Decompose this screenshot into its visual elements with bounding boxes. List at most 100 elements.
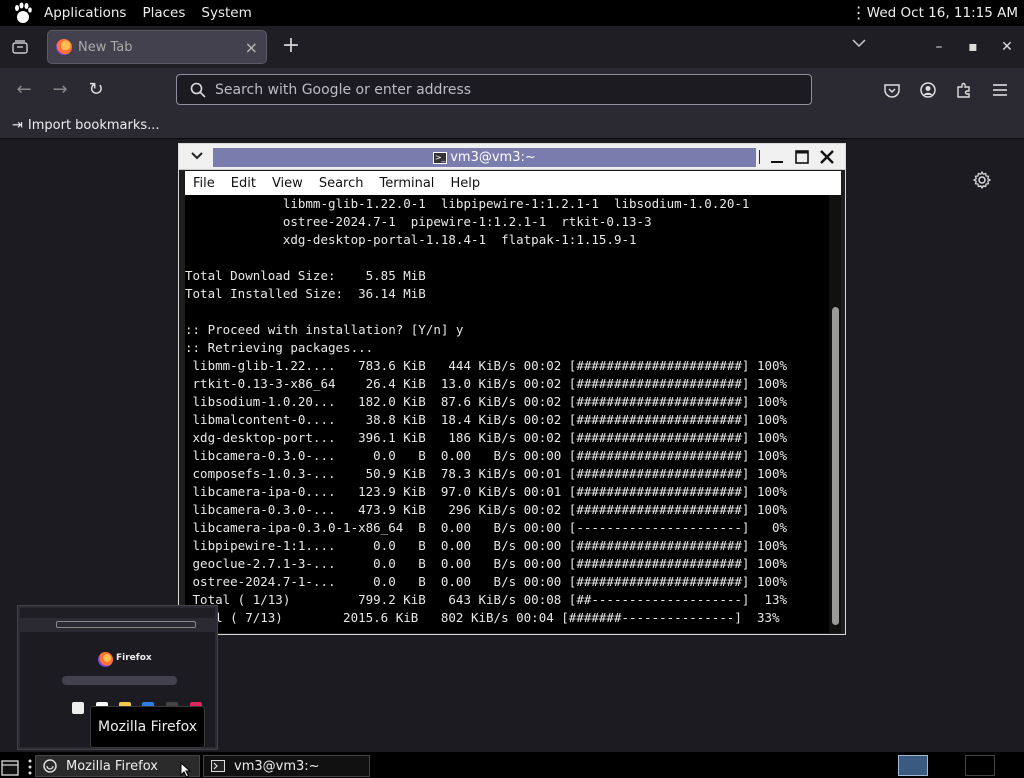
show-desktop-icon[interactable] [0, 757, 22, 777]
preview-tabbar [20, 608, 215, 618]
terminal-line: libcamera-ipa-0.... 123.9 KiB 97.0 KiB/s… [185, 484, 788, 499]
terminal-line: Total ( 1/13) 799.2 KiB 643 KiB/s 00:08 … [185, 592, 788, 607]
maximize-icon[interactable]: ▪ [956, 39, 990, 55]
terminal-menubar: File Edit View Search Terminal Help [185, 171, 841, 195]
firefox-tabbar: New Tab × + – ▪ ✕ [0, 26, 1024, 68]
tab-close-icon[interactable]: × [245, 38, 258, 57]
account-icon[interactable] [918, 80, 938, 100]
terminal-title-text: vm3@vm3:~ [450, 150, 536, 165]
terminal-line: libcamera-0.3.0-... 0.0 B 0.00 B/s 00:00… [185, 448, 788, 463]
bookmarks-toolbar: ⇥ Import bookmarks... [0, 112, 1024, 139]
pocket-icon[interactable] [882, 80, 902, 100]
terminal-line: xdg-desktop-port... 396.1 KiB 186 KiB/s … [185, 430, 788, 445]
terminal-line: composefs-1.0.3-... 50.9 KiB 78.3 KiB/s … [185, 466, 788, 481]
terminal-scroll-thumb[interactable] [832, 307, 839, 625]
terminal-line: geoclue-2.7.1-3-... 0.0 B 0.00 B/s 00:00… [185, 556, 788, 571]
terminal-line: libcamera-ipa-0.3.0-1-x86_64 B 0.00 B/s … [185, 520, 788, 535]
preview-firefox-wordmark: Firefox [116, 653, 152, 663]
minimize-icon[interactable] [767, 146, 787, 168]
firefox-favicon-icon [56, 39, 72, 55]
titlebar-separator [759, 150, 760, 164]
window-controls: – ▪ ✕ [922, 26, 1024, 68]
terminal-line: libmm-glib-1.22.0-1 libpipewire-1:1.2.1-… [185, 196, 750, 211]
terminal-line: libmalcontent-0.... 38.8 KiB 18.4 KiB/s … [185, 412, 788, 427]
preview-urlbar [56, 621, 196, 628]
menu-file[interactable]: File [185, 176, 223, 191]
menu-terminal[interactable]: Terminal [371, 176, 442, 191]
mouse-cursor-icon [180, 761, 192, 778]
terminal-line: otal ( 7/13) 2015.6 KiB 802 KiB/s 00:04 … [185, 610, 780, 625]
hamburger-menu-icon[interactable] [990, 80, 1010, 100]
terminal-line: Total Download Size: 5.85 MiB [185, 268, 426, 283]
terminal-line: libmm-glib-1.22.... 783.6 KiB 444 KiB/s … [185, 358, 788, 373]
minimize-icon[interactable]: – [922, 39, 956, 55]
vertical-dots-icon[interactable]: ⋮ [851, 5, 867, 21]
taskbar-tooltip: Mozilla Firefox [90, 706, 205, 748]
maximize-icon[interactable] [792, 146, 812, 168]
panel-clock[interactable]: Wed Oct 16, 11:15 AM [867, 5, 1018, 21]
gnome-foot-icon[interactable] [10, 0, 36, 26]
tab-new-tab[interactable]: New Tab × [47, 30, 267, 64]
terminal-titlebar[interactable]: >_ vm3@vm3:~ [179, 144, 845, 170]
taskbar-item-label: Mozilla Firefox [66, 758, 158, 774]
bottom-taskbar: Mozilla Firefox vm3@vm3:~ [0, 752, 1024, 778]
menu-edit[interactable]: Edit [223, 176, 264, 191]
terminal-text: libmm-glib-1.22.0-1 libpipewire-1:1.2.1-… [185, 195, 829, 627]
import-icon: ⇥ [12, 117, 23, 133]
firefox-logo-icon [98, 652, 113, 667]
terminal-line: xdg-desktop-portal-1.18.4-1 flatpak-1:1.… [185, 232, 637, 247]
workspace-1[interactable] [898, 755, 928, 776]
url-bar[interactable]: Search with Google or enter address [176, 74, 812, 105]
terminal-window[interactable]: >_ vm3@vm3:~ File Edit View Search Termi… [178, 143, 846, 635]
shortcut-tile-icon [72, 702, 84, 714]
terminal-window-icon [210, 759, 226, 773]
close-icon[interactable] [817, 146, 837, 168]
menu-help[interactable]: Help [442, 176, 488, 191]
workspace-2[interactable] [965, 755, 995, 776]
terminal-line: ostree-2024.7-1 pipewire-1:1.2.1-1 rtkit… [185, 214, 652, 229]
tab-title: New Tab [78, 39, 133, 55]
import-bookmarks-label: Import bookmarks... [27, 117, 160, 133]
system-menu[interactable]: System [193, 5, 259, 21]
applications-menu[interactable]: Applications [36, 5, 134, 21]
taskbar-item-terminal[interactable]: vm3@vm3:~ [203, 755, 370, 777]
terminal-line: :: Retrieving packages... [185, 340, 374, 355]
close-window-icon[interactable]: ✕ [990, 39, 1024, 55]
url-placeholder: Search with Google or enter address [215, 81, 472, 98]
terminal-line: Total Installed Size: 36.14 MiB [185, 286, 426, 301]
taskbar-grip-icon[interactable] [27, 759, 33, 775]
firefox-navbar: ← → ↻ Search with Google or enter addres… [0, 68, 1024, 112]
list-all-tabs-chevron-icon[interactable] [852, 36, 866, 52]
new-tab-plus-icon[interactable]: + [280, 34, 302, 58]
terminal-line: ostree-2024.7-1-... 0.0 B 0.00 B/s 00:00… [185, 574, 788, 589]
top-panel: Applications Places System ⋮ Wed Oct 16,… [0, 0, 1024, 26]
places-menu[interactable]: Places [134, 5, 193, 21]
gear-icon[interactable] [972, 170, 993, 191]
terminal-line: :: Proceed with installation? [Y/n] y [185, 322, 464, 337]
terminal-scrollbar[interactable] [829, 195, 841, 633]
firefox-view-icon[interactable] [0, 27, 40, 67]
terminal-icon: >_ [433, 151, 448, 164]
extensions-icon[interactable] [954, 80, 974, 100]
search-icon [181, 82, 215, 98]
terminal-output[interactable]: libmm-glib-1.22.0-1 libpipewire-1:1.2.1-… [185, 195, 841, 633]
preview-search [62, 676, 177, 685]
back-arrow-icon[interactable]: ← [13, 79, 35, 101]
forward-arrow-icon[interactable]: → [49, 79, 71, 101]
preview-navbar [20, 618, 215, 632]
reload-icon[interactable]: ↻ [85, 79, 107, 101]
terminal-line: libsodium-1.0.20... 182.0 KiB 87.6 KiB/s… [185, 394, 788, 409]
terminal-line: libcamera-0.3.0-... 473.9 KiB 296 KiB/s … [185, 502, 788, 517]
terminal-line: libpipewire-1:1.... 0.0 B 0.00 B/s 00:00… [185, 538, 788, 553]
window-menu-chevron-icon[interactable] [187, 148, 207, 164]
menu-search[interactable]: Search [311, 176, 372, 191]
terminal-line: rtkit-0.13-3-x86_64 26.4 KiB 13.0 KiB/s … [185, 376, 788, 391]
firefox-window-icon [42, 759, 58, 773]
taskbar-item-firefox[interactable]: Mozilla Firefox [35, 755, 200, 777]
menu-view[interactable]: View [264, 176, 311, 191]
taskbar-item-label: vm3@vm3:~ [234, 758, 320, 774]
terminal-title: >_ vm3@vm3:~ [213, 148, 756, 167]
import-bookmarks-button[interactable]: ⇥ Import bookmarks... [12, 118, 160, 133]
